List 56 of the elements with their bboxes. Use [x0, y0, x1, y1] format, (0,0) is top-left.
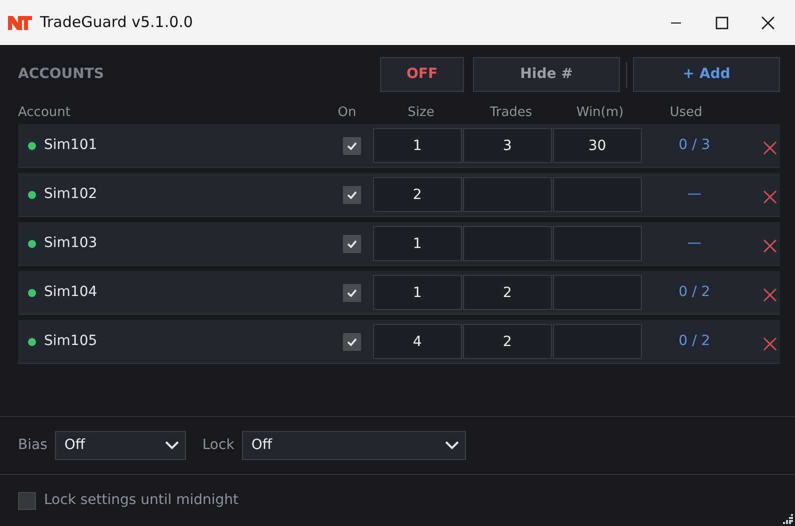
used-count: — [687, 234, 702, 253]
checkbox-label: Lock settings until midnight [44, 491, 239, 510]
lock-dropdown[interactable]: Off [242, 431, 466, 460]
used-count: 0 / 2 [678, 283, 710, 302]
app-logo-icon [8, 14, 32, 30]
trades-field[interactable]: 2 [462, 324, 552, 359]
size-field[interactable]: 4 [372, 324, 462, 359]
chevron-icon [165, 441, 180, 450]
toolbar-button[interactable]: + Add [633, 57, 780, 92]
trades-field[interactable]: 3 [462, 128, 552, 163]
used-count: — [687, 185, 702, 204]
enabled-checkbox[interactable] [342, 332, 361, 350]
win-field[interactable] [552, 177, 642, 212]
used-count: 0 / 2 [678, 332, 710, 351]
used-count: 0 / 3 [678, 136, 710, 155]
check-icon [346, 240, 357, 248]
column-header: Trades [490, 104, 532, 120]
size-field[interactable]: 1 [372, 226, 462, 261]
check-icon [346, 190, 357, 198]
column-header: Used [670, 104, 702, 120]
column-header: Size [408, 104, 434, 120]
win-field[interactable] [552, 275, 642, 310]
lock-checkbox[interactable] [18, 492, 36, 510]
column-header: On [338, 104, 356, 120]
enabled-checkbox[interactable] [342, 284, 361, 302]
trades-field[interactable] [462, 226, 552, 261]
account-name: Sim104 [44, 283, 98, 302]
enabled-checkbox[interactable] [342, 186, 361, 204]
size-field[interactable]: 1 [372, 275, 462, 310]
size-field[interactable]: 2 [372, 177, 462, 212]
check-icon [346, 142, 357, 150]
toolbar-button[interactable]: Hide # [473, 57, 620, 92]
trades-field[interactable]: 2 [462, 275, 552, 310]
resize-grip-icon[interactable] [781, 512, 793, 524]
column-header: Win(m) [576, 104, 624, 120]
size-field[interactable]: 1 [372, 128, 462, 163]
bias-dropdown[interactable]: Off [55, 431, 186, 460]
enabled-checkbox[interactable] [342, 234, 361, 252]
bias-label: Bias [18, 436, 48, 455]
check-icon [346, 288, 357, 296]
win-field[interactable] [552, 226, 642, 261]
account-name: Sim105 [44, 332, 98, 351]
toolbar-button[interactable]: OFF [380, 57, 464, 92]
account-name: Sim101 [44, 136, 98, 155]
account-name: Sim102 [44, 185, 98, 204]
section-heading: ACCOUNTS [18, 65, 106, 84]
win-field[interactable]: 30 [552, 128, 642, 163]
trades-field[interactable] [462, 177, 552, 212]
win-field[interactable] [552, 324, 642, 359]
chevron-icon [445, 441, 460, 450]
lock-label: Lock [202, 436, 234, 455]
window-title: TradeGuard v5.1.0.0 [40, 12, 194, 34]
enabled-checkbox[interactable] [342, 136, 361, 154]
check-icon [346, 338, 357, 346]
account-name: Sim103 [44, 234, 98, 253]
column-header: Account [18, 104, 70, 120]
